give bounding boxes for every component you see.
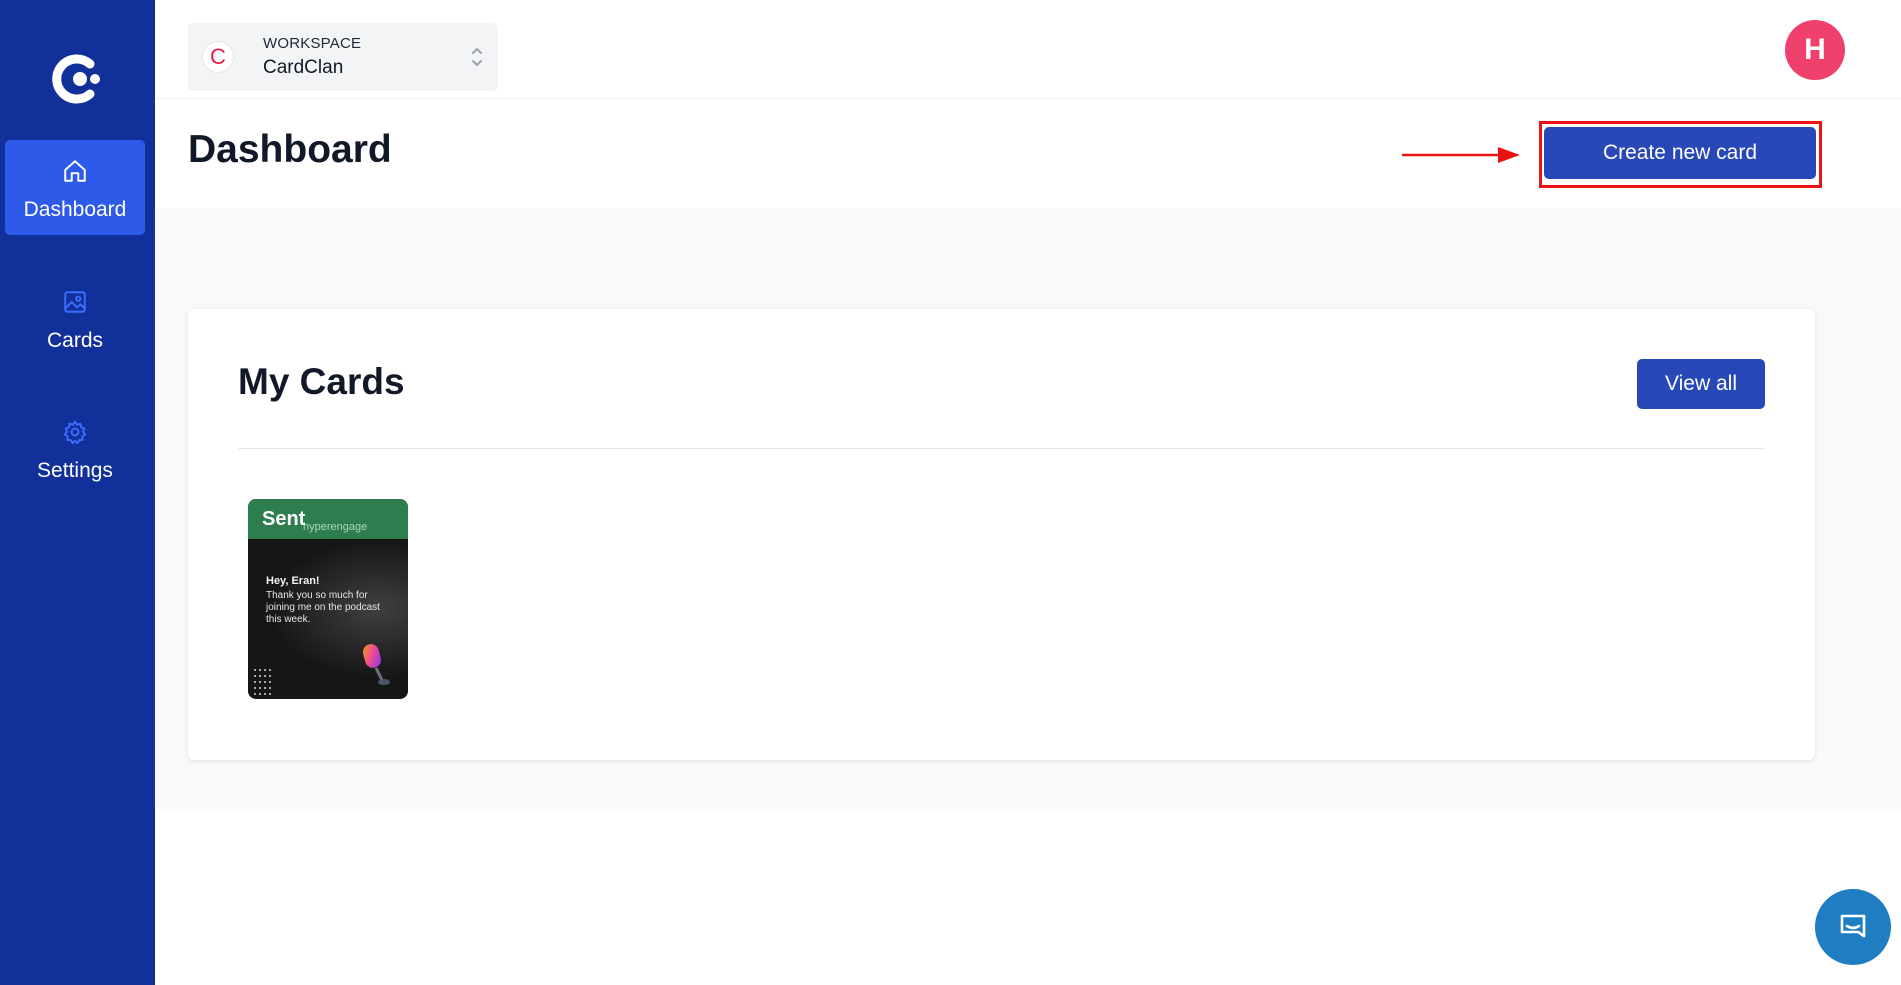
status-label: Sent [262,508,306,530]
workspace-logo: C [202,41,234,73]
workspace-caption: WORKSPACE [263,35,362,52]
sidebar-item-dashboard[interactable]: Dashboard [5,140,145,235]
sidebar-item-label: Settings [37,459,113,482]
dot-pattern-decoration [254,669,271,695]
topbar: C WORKSPACE CardClan H [155,0,1901,99]
avatar[interactable]: H [1785,20,1845,80]
card-thumbnail[interactable]: hyperengage Sent Hey, Eran! Thank you so… [248,499,408,699]
chat-launcher-button[interactable] [1815,889,1891,965]
section-title: My Cards [238,361,405,402]
gear-icon [63,420,87,445]
workspace-name: CardClan [263,57,344,78]
sidebar-item-cards[interactable]: Cards [5,271,145,366]
card-brand: hyperengage [303,521,368,533]
chevron-up-down-icon [472,48,482,66]
sidebar-item-label: Dashboard [23,198,127,221]
cardclan-logo[interactable] [50,52,104,106]
chat-icon [1840,914,1866,938]
sidebar-item-settings[interactable]: Settings [5,401,145,496]
workspace-switcher[interactable]: C WORKSPACE CardClan [188,23,498,91]
microphone-icon [362,644,390,685]
status-badge: hyperengage Sent [248,499,408,539]
view-all-button[interactable]: View all [1637,359,1765,409]
image-icon [64,291,86,313]
home-icon [64,160,86,182]
divider [238,448,1765,449]
annotation-arrow [1402,147,1520,163]
sidebar: Dashboard Cards Settings [0,0,155,985]
card-greeting: Hey, Eran! [266,575,320,587]
create-new-card-button[interactable]: Create new card [1544,127,1816,179]
my-cards-panel: My Cards View all hyperengage Sent Hey, … [188,309,1815,760]
page-title: Dashboard [188,128,392,171]
card-message: Thank you so much for joining me on the … [266,590,380,625]
sidebar-item-label: Cards [46,329,104,352]
